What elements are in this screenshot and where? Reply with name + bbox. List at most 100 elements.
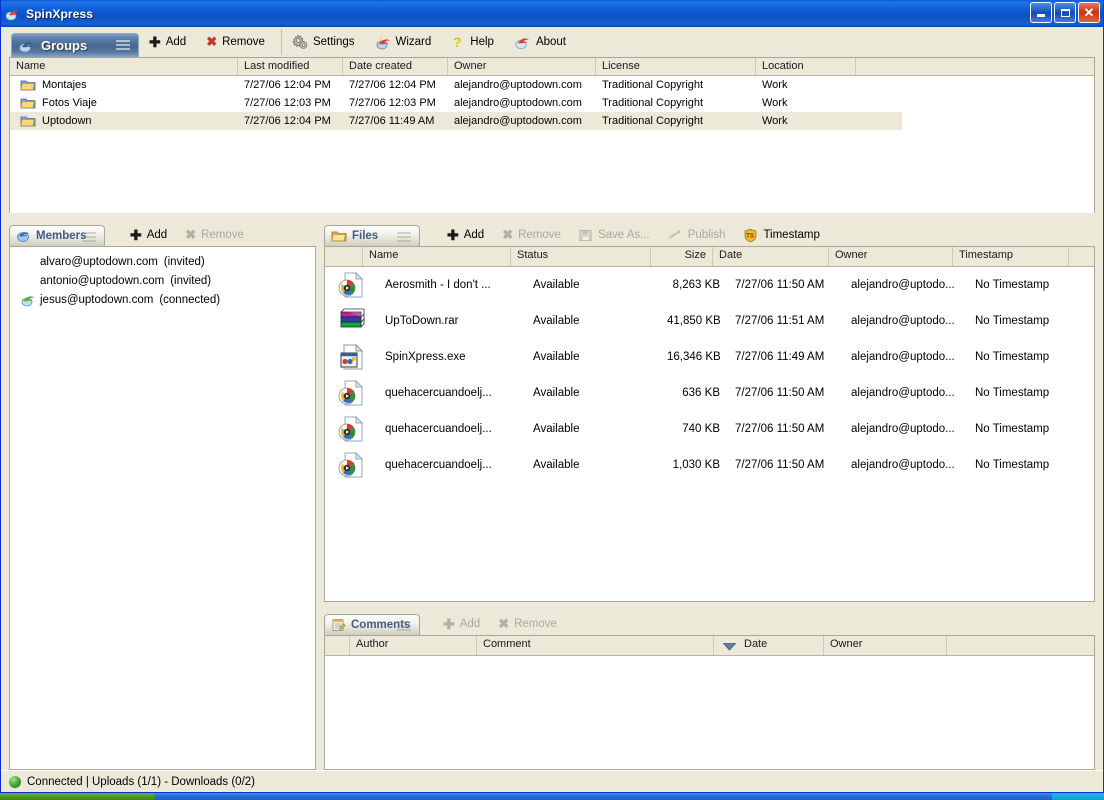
groups-col-date-created[interactable]: Date created <box>343 58 448 75</box>
group-license: Traditional Copyright <box>602 79 704 91</box>
file-size: 636 KB <box>682 387 720 399</box>
tab-groups[interactable]: Groups <box>11 33 139 57</box>
files-col-name[interactable]: Name <box>363 247 511 266</box>
gears-icon <box>292 34 308 50</box>
folder-icon <box>20 78 36 92</box>
comments-list-header: Author Comment Date Owner <box>325 636 1094 656</box>
file-status: Available <box>533 315 580 327</box>
file-name: Aerosmith - I don't ... <box>385 279 491 291</box>
file-owner: alejandro@uptodo... <box>851 423 955 435</box>
files-col-owner[interactable]: Owner <box>829 247 953 266</box>
save-as-icon <box>579 229 593 242</box>
files-panel: Files ✚ Add ✖ Remove Save As... Publish … <box>324 221 1095 602</box>
tab-comments[interactable]: Comments <box>324 614 420 635</box>
file-owner: alejandro@uptodo... <box>851 315 955 327</box>
comments-col-date-label: Date <box>744 638 768 650</box>
groups-remove-button[interactable]: ✖ Remove <box>196 29 275 55</box>
group-location: Work <box>762 115 788 127</box>
x-red-icon: ✖ <box>206 34 218 49</box>
comments-add-button: ✚ Add <box>434 613 489 635</box>
groups-col-filler[interactable] <box>856 58 1094 75</box>
group-license: Traditional Copyright <box>602 97 704 109</box>
comments-col-filler[interactable] <box>947 636 1094 655</box>
comments-col-icon[interactable] <box>325 636 350 655</box>
table-row[interactable]: quehacercuandoelj... Available 740 KB 7/… <box>325 411 1094 447</box>
file-name: UpToDown.rar <box>385 315 459 327</box>
groups-col-owner[interactable]: Owner <box>448 58 596 75</box>
groups-list-header: Name Last modified Date created Owner Li… <box>10 58 1094 76</box>
file-timestamp: No Timestamp <box>975 423 1050 435</box>
list-item[interactable]: antonio@uptodown.com (invited) <box>10 271 315 290</box>
groups-col-location[interactable]: Location <box>756 58 856 75</box>
help-button[interactable]: ? Help <box>441 29 504 55</box>
wizard-button[interactable]: Wizard <box>365 29 442 55</box>
file-owner: alejandro@uptodo... <box>851 279 955 291</box>
list-item[interactable]: jesus@uptodown.com (connected) <box>10 290 315 309</box>
file-timestamp: No Timestamp <box>975 351 1050 363</box>
group-location: Work <box>762 79 788 91</box>
windows-taskbar <box>0 793 1104 800</box>
help-label: Help <box>470 36 494 48</box>
files-col-icon[interactable] <box>325 247 363 266</box>
maximize-button[interactable] <box>1054 2 1076 23</box>
files-publish-button: Publish <box>659 224 735 246</box>
group-location: Work <box>762 97 788 109</box>
window-title: SpinXpress <box>26 6 94 21</box>
table-row[interactable]: Montajes 7/27/06 12:04 PM 7/27/06 12:04 … <box>10 76 1094 94</box>
members-remove-label: Remove <box>201 229 244 241</box>
group-date-created: 7/27/06 12:03 PM <box>349 97 436 109</box>
groups-add-button[interactable]: ✚ Add <box>139 29 196 55</box>
title-bar: SpinXpress ✕ <box>1 0 1103 27</box>
settings-button[interactable]: Settings <box>280 29 365 55</box>
table-row[interactable]: Uptodown 7/27/06 12:04 PM 7/27/06 11:49 … <box>10 112 902 130</box>
x-grey-icon: ✖ <box>185 227 197 242</box>
files-col-filler[interactable] <box>1069 247 1094 266</box>
tab-members[interactable]: Members <box>9 225 105 246</box>
system-tray[interactable] <box>1052 793 1104 800</box>
comments-remove-button: ✖ Remove <box>489 613 566 635</box>
files-timestamp-label: Timestamp <box>763 229 820 241</box>
comments-col-owner[interactable]: Owner <box>824 636 947 655</box>
file-status: Available <box>533 351 580 363</box>
comments-col-author[interactable]: Author <box>350 636 477 655</box>
files-col-timestamp[interactable]: Timestamp <box>953 247 1069 266</box>
file-name: quehacercuandoelj... <box>385 459 492 471</box>
groups-col-license[interactable]: License <box>596 58 756 75</box>
members-toolbar: Members ✚ Add ✖ Remove <box>9 221 316 246</box>
table-row[interactable]: quehacercuandoelj... Available 1,030 KB … <box>325 447 1094 483</box>
files-col-status[interactable]: Status <box>511 247 651 266</box>
groups-col-name[interactable]: Name <box>10 58 238 75</box>
files-remove-label: Remove <box>518 229 561 241</box>
table-row[interactable]: UpToDown.rar Available 41,850 KB 7/27/06… <box>325 303 1094 339</box>
minimize-button[interactable] <box>1030 2 1052 23</box>
table-row[interactable]: Fotos Viaje 7/27/06 12:03 PM 7/27/06 12:… <box>10 94 1094 112</box>
files-add-label: Add <box>463 229 485 241</box>
tab-files[interactable]: Files <box>324 225 420 246</box>
start-button[interactable] <box>0 793 155 800</box>
svg-text:TS: TS <box>747 232 755 239</box>
table-row[interactable]: quehacercuandoelj... Available 636 KB 7/… <box>325 375 1094 411</box>
comments-list-body <box>325 656 1094 769</box>
list-item[interactable]: alvaro@uptodown.com (invited) <box>10 252 315 271</box>
member-email: jesus@uptodown.com <box>40 293 154 306</box>
files-timestamp-button[interactable]: TS Timestamp <box>734 224 828 246</box>
file-date: 7/27/06 11:49 AM <box>735 351 825 363</box>
groups-panel: Name Last modified Date created Owner Li… <box>9 57 1095 213</box>
table-row[interactable]: Aerosmith - I don't ... Available 8,263 … <box>325 267 1094 303</box>
files-add-button[interactable]: ✚ Add <box>438 224 493 246</box>
group-owner: alejandro@uptodown.com <box>454 97 582 109</box>
table-row[interactable]: SpinXpress.exe Available 16,346 KB 7/27/… <box>325 339 1094 375</box>
files-col-size[interactable]: Size <box>651 247 713 266</box>
file-icon-cell <box>325 306 379 336</box>
plus-icon: ✚ <box>447 227 459 243</box>
about-button[interactable]: About <box>504 29 576 55</box>
groups-col-last-modified[interactable]: Last modified <box>238 58 343 75</box>
file-icon-cell <box>325 414 379 444</box>
files-col-date[interactable]: Date <box>713 247 829 266</box>
file-status: Available <box>533 459 580 471</box>
close-button[interactable]: ✕ <box>1078 2 1100 23</box>
members-add-button[interactable]: ✚ Add <box>121 224 176 246</box>
tab-groups-label: Groups <box>41 38 88 53</box>
comments-col-comment[interactable]: Comment <box>477 636 714 655</box>
comments-col-date[interactable]: Date <box>714 636 824 655</box>
